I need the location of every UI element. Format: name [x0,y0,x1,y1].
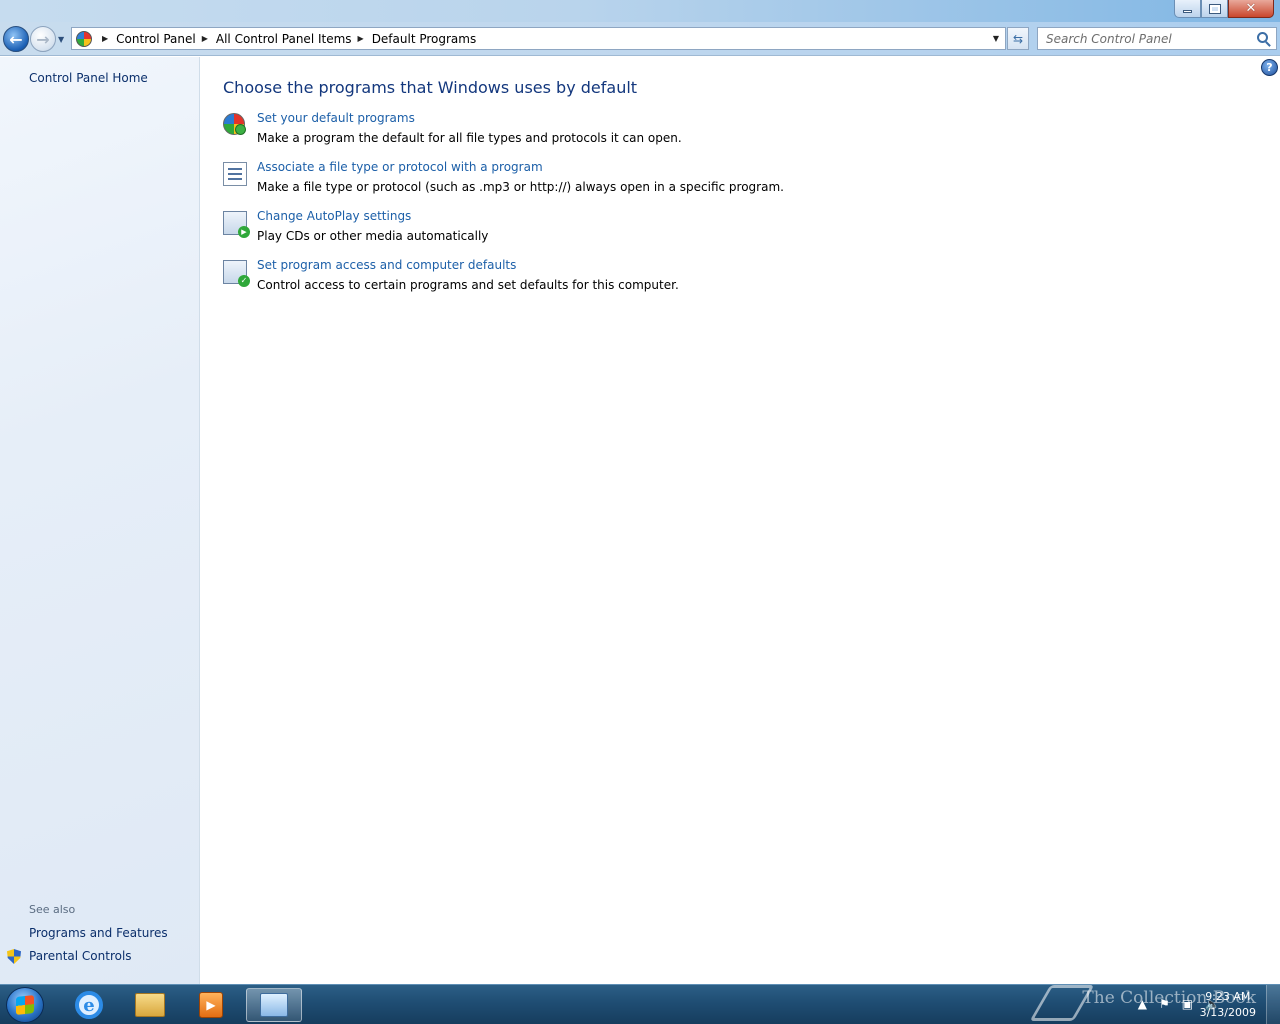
program-access-icon [223,260,250,287]
parental-controls-link[interactable]: Parental Controls [29,949,132,963]
media-player-icon: ▶ [199,992,223,1018]
task-autoplay: Change AutoPlay settings Play CDs or oth… [223,209,923,249]
taskbar-internet-explorer[interactable]: e [61,988,117,1022]
arrow-right-icon: → [36,29,50,49]
autoplay-icon [223,211,250,238]
taskbar-media-player[interactable]: ▶ [183,988,239,1022]
start-button[interactable] [6,987,44,1023]
back-button[interactable]: ← [3,26,29,52]
programs-and-features-link[interactable]: Programs and Features [29,926,168,940]
internet-explorer-icon: e [75,991,103,1019]
set-default-programs-link[interactable]: Set your default programs [257,111,415,125]
address-bar[interactable]: ▶ Control Panel ▶ All Control Panel Item… [71,27,1006,50]
close-icon: ✕ [1245,1,1257,16]
change-autoplay-link[interactable]: Change AutoPlay settings [257,209,411,223]
arrow-left-icon: ← [9,29,23,49]
task-program-access: Set program access and computer defaults… [223,258,923,298]
left-pane: Control Panel Home See also Programs and… [0,57,200,984]
clock-date: 3/13/2009 [1199,1006,1256,1019]
chevron-down-icon: ▼ [58,35,65,44]
breadcrumb-all-items[interactable]: All Control Panel Items [216,32,352,46]
task-set-default-programs: Set your default programs Make a program… [223,111,923,151]
task-description: Play CDs or other media automatically [257,229,489,243]
clock-time: 9:23 AM [1205,990,1251,1003]
network-icon[interactable]: ▣ [1182,997,1193,1011]
window-controls: ✕ [1174,0,1274,18]
breadcrumb-arrow-icon[interactable]: ▶ [358,34,364,43]
task-description: Make a file type or protocol (such as .m… [257,180,784,194]
control-panel-icon [260,993,288,1017]
refresh-icon: ⇆ [1012,31,1024,46]
taskbar-control-panel[interactable] [246,988,302,1022]
navigation-bar: ← → ▼ ▶ Control Panel ▶ All Control Pane… [0,22,1280,56]
restore-icon [1208,3,1221,14]
control-panel-home-link[interactable]: Control Panel Home [29,71,148,85]
minimize-button[interactable] [1174,0,1201,18]
task-associate-file-type: Associate a file type or protocol with a… [223,160,923,200]
address-dropdown-icon[interactable]: ▼ [993,34,999,43]
refresh-button[interactable]: ⇆ [1007,27,1029,50]
control-panel-icon [76,30,92,47]
forward-button[interactable]: → [30,26,56,52]
close-button[interactable]: ✕ [1228,0,1274,18]
show-hidden-icons-icon[interactable]: ▲ [1138,997,1147,1011]
task-description: Make a program the default for all file … [257,131,682,145]
breadcrumb-arrow-icon[interactable]: ▶ [102,34,108,43]
program-access-link[interactable]: Set program access and computer defaults [257,258,516,272]
file-association-icon [223,162,247,186]
clock[interactable]: 9:23 AM 3/13/2009 [1200,989,1256,1021]
search-icon[interactable] [1257,32,1268,43]
task-description: Control access to certain programs and s… [257,278,679,292]
windows-explorer-icon [135,993,165,1017]
search-input[interactable] [1046,31,1251,46]
minimize-icon [1183,10,1192,13]
action-center-flag-icon[interactable]: ⚑ [1159,997,1170,1011]
search-box [1037,27,1277,50]
main-content: ? Choose the programs that Windows uses … [201,57,1280,984]
breadcrumb-default-programs[interactable]: Default Programs [372,32,477,46]
see-also-heading: See also [29,903,76,916]
help-icon[interactable]: ? [1261,59,1278,76]
associate-file-type-link[interactable]: Associate a file type or protocol with a… [257,160,543,174]
recent-pages-dropdown[interactable]: ▼ [58,35,67,44]
default-programs-icon [223,113,246,135]
maximize-button[interactable] [1201,0,1228,18]
windows-logo-icon [16,995,34,1015]
taskbar: e ▶ The Collection Book ▲ ⚑ ▣ 🔈 9:23 AM … [0,984,1280,1024]
title-bar: ✕ [0,0,1280,22]
breadcrumb-control-panel[interactable]: Control Panel [116,32,196,46]
page-title: Choose the programs that Windows uses by… [223,78,638,97]
show-desktop-button[interactable] [1266,985,1280,1024]
taskbar-windows-explorer[interactable] [122,988,178,1022]
breadcrumb-arrow-icon[interactable]: ▶ [202,34,208,43]
shield-icon [7,949,21,964]
